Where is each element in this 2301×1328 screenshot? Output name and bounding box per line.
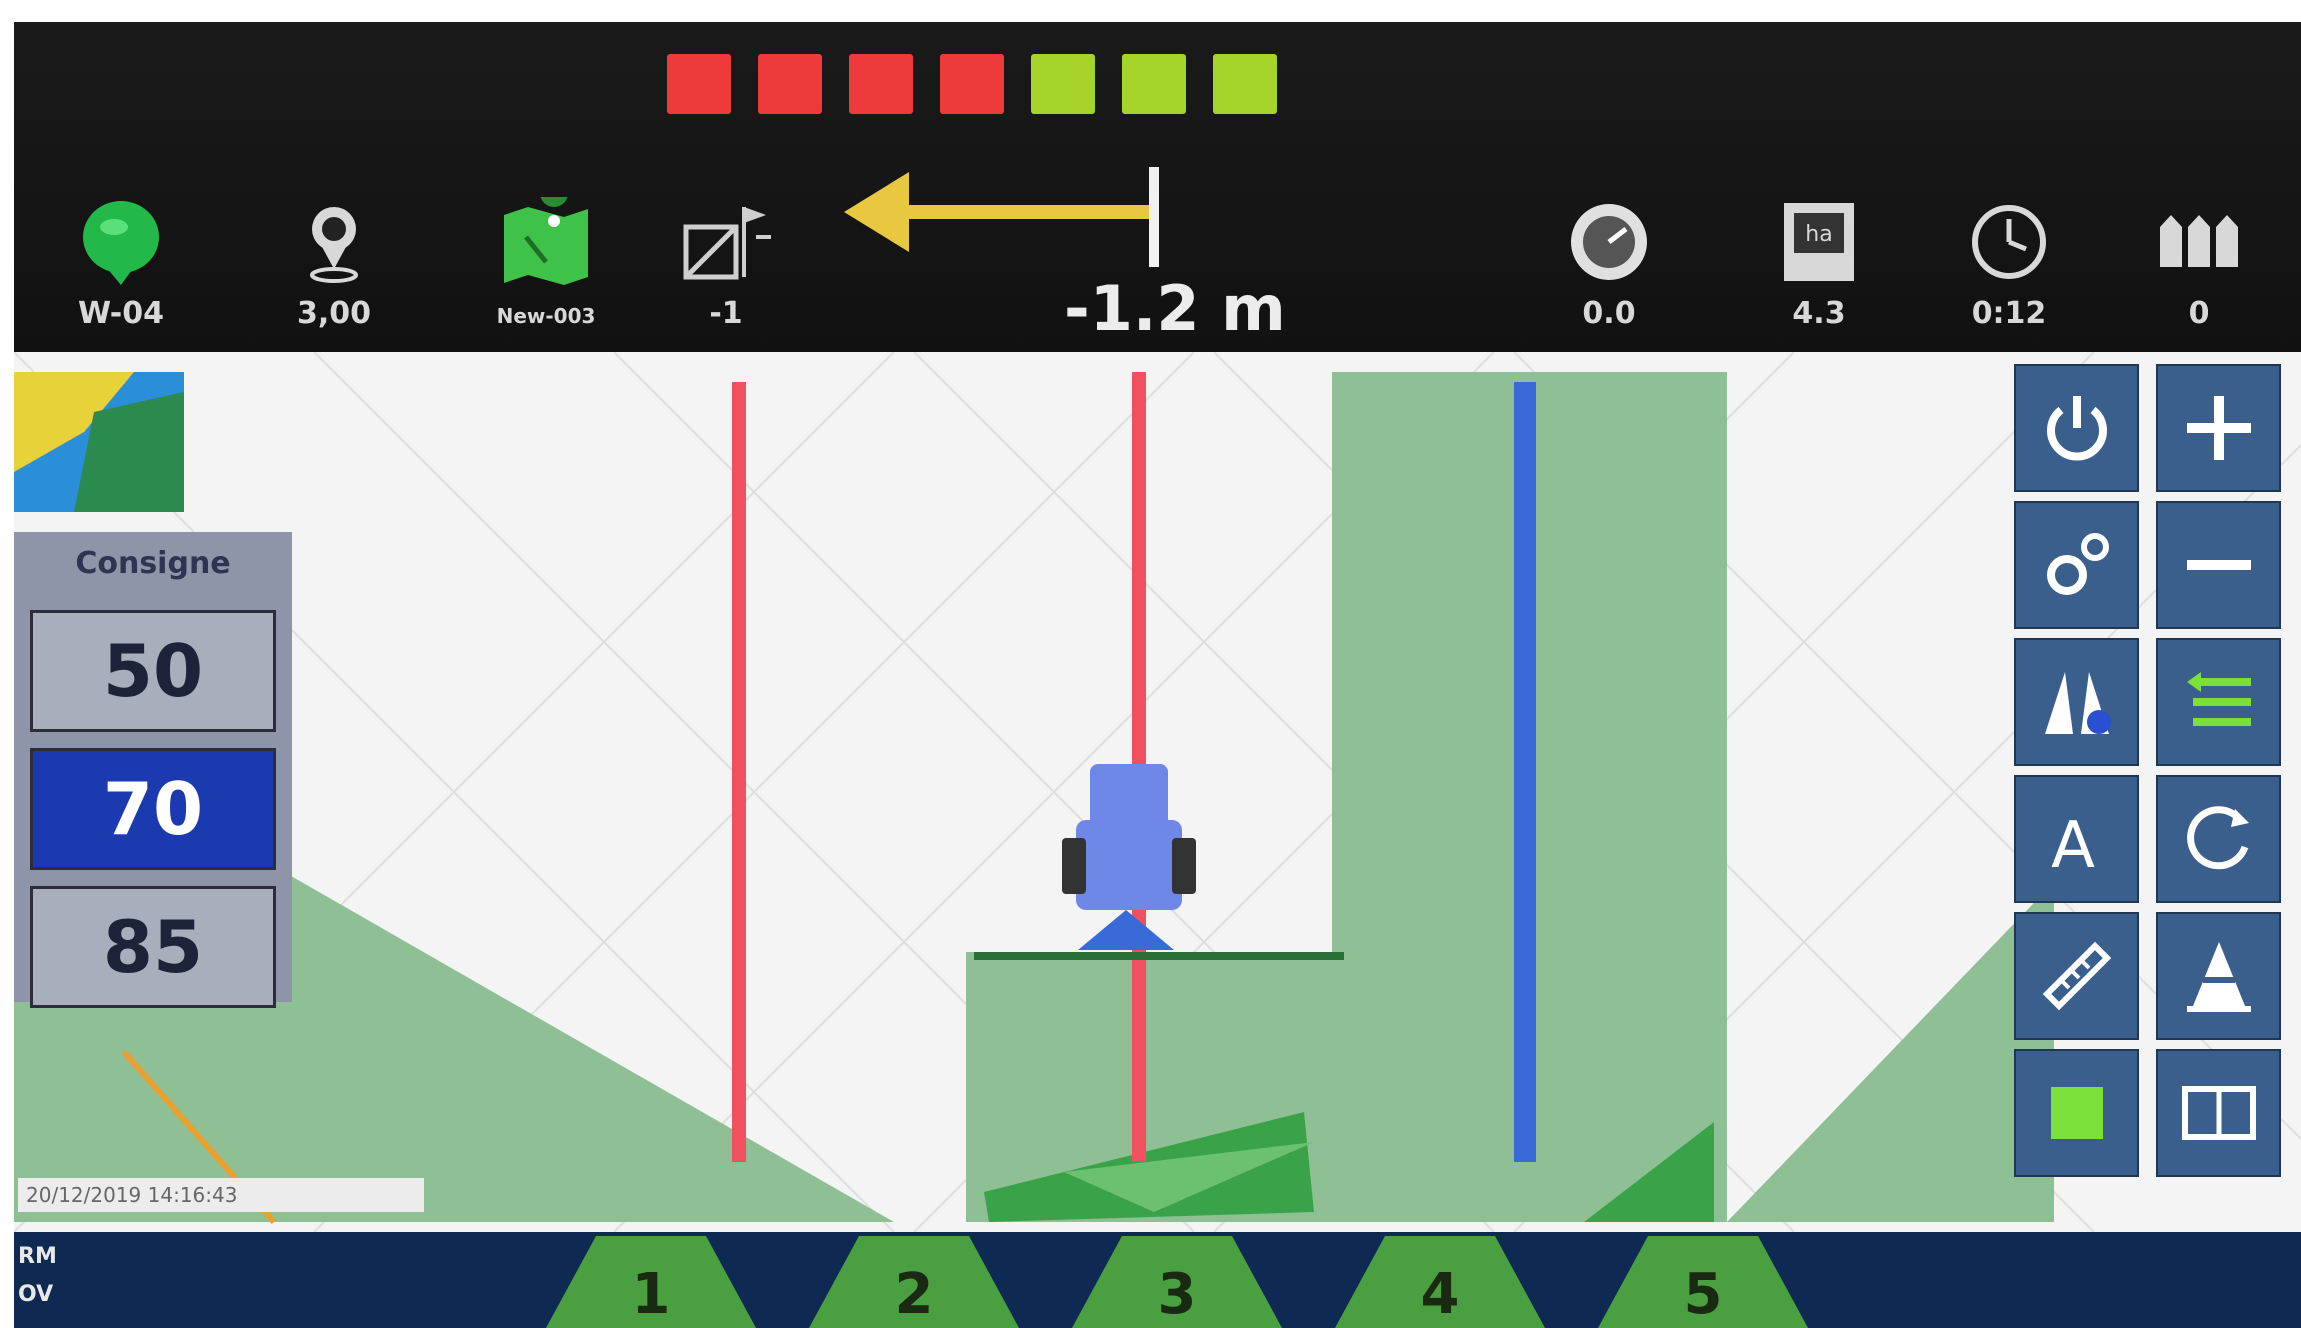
light-bar-led xyxy=(849,54,913,114)
section-button-3[interactable]: 3 xyxy=(1052,1232,1302,1328)
consigne-panel: Consigne 50 70 85 xyxy=(14,532,292,1008)
cross-track-offset: -1.2 m xyxy=(1064,272,1286,345)
ruler-button[interactable] xyxy=(2014,912,2139,1040)
bottom-labels: RM OV xyxy=(18,1238,57,1314)
svg-text:ha: ha xyxy=(1805,222,1832,247)
consigne-option-85[interactable]: 85 xyxy=(30,886,276,1008)
status-satellite[interactable]: W-04 xyxy=(46,192,196,331)
field-map-view[interactable]: Consigne 50 70 85 20/12/2019 14:16:43 A xyxy=(14,352,2301,1232)
guidance-line xyxy=(1514,382,1536,1162)
record-button[interactable] xyxy=(2014,1049,2139,1177)
consigne-option-50[interactable]: 50 xyxy=(30,610,276,732)
power-button[interactable] xyxy=(2014,364,2139,492)
light-bar-led xyxy=(758,54,822,114)
speedometer-icon xyxy=(1554,192,1664,292)
consigne-option-70[interactable]: 70 xyxy=(30,748,276,870)
satellite-value: W-04 xyxy=(78,296,164,331)
field-name-value: New-003 xyxy=(496,304,596,328)
map-timestamp: 20/12/2019 14:16:43 xyxy=(18,1178,424,1212)
zoom-out-button[interactable] xyxy=(2156,501,2281,629)
cone-button[interactable] xyxy=(2156,912,2281,1040)
gps-pin-icon xyxy=(279,192,389,292)
recenter-ab-button[interactable] xyxy=(2156,775,2281,903)
headland-value: -1 xyxy=(709,296,743,331)
ab-line-icon xyxy=(2044,672,2111,734)
settings-button[interactable] xyxy=(2014,501,2139,629)
area-value: 4.3 xyxy=(1792,296,1846,331)
light-bar-led xyxy=(1122,54,1186,114)
auto-steer-a-icon: A xyxy=(2051,809,2095,879)
light-bar-led xyxy=(1031,54,1095,114)
section-label: 5 xyxy=(1683,1262,1723,1327)
bottom-label-rm: RM xyxy=(18,1244,57,1269)
headland-flag-icon xyxy=(671,192,781,292)
top-status-bar: W-04 3,00 New-003 -1 -1.2 m 0.0 ha 4.3 0… xyxy=(14,22,2301,352)
guidance-line xyxy=(732,382,746,1162)
cone-icon xyxy=(2186,942,2251,1012)
guidance-direction-arrow-icon xyxy=(839,157,1189,271)
section-label: 1 xyxy=(631,1262,671,1327)
record-square-icon xyxy=(2050,1087,2103,1139)
tractor-icon xyxy=(974,764,1344,960)
sections-value: 0 xyxy=(2188,296,2210,331)
bottom-label-ov: OV xyxy=(18,1282,54,1307)
book-icon xyxy=(2181,1086,2256,1140)
section-button-5[interactable]: 5 xyxy=(1578,1232,1828,1328)
section-button-4[interactable]: 4 xyxy=(1315,1232,1565,1328)
section-control-bar: RM OV 1 2 3 4 5 xyxy=(14,1232,2301,1328)
status-gps-accuracy[interactable]: 3,00 xyxy=(259,192,409,331)
time-value: 0:12 xyxy=(1971,296,2047,331)
guidance-display: W-04 3,00 New-003 -1 -1.2 m 0.0 ha 4.3 0… xyxy=(14,22,2301,1328)
book-button[interactable] xyxy=(2156,1049,2281,1177)
sections-icon xyxy=(2144,192,2254,292)
light-bar-led xyxy=(940,54,1004,114)
clock-icon xyxy=(1954,192,2064,292)
ruler-icon xyxy=(2042,941,2111,1011)
zoom-in-button[interactable] xyxy=(2156,364,2281,492)
status-time[interactable]: 0:12 xyxy=(1934,192,2084,331)
status-headland[interactable]: -1 xyxy=(651,192,801,331)
status-sections[interactable]: 0 xyxy=(2124,192,2274,331)
section-label: 4 xyxy=(1420,1262,1460,1327)
gps-accuracy-value: 3,00 xyxy=(296,296,372,331)
power-icon xyxy=(2046,396,2107,461)
light-bar xyxy=(667,54,1277,114)
light-bar-led xyxy=(1213,54,1277,114)
hectare-counter-icon: ha xyxy=(1764,192,1874,292)
status-speed[interactable]: 0.0 xyxy=(1534,192,1684,331)
settings-gears-icon xyxy=(2046,533,2109,595)
field-map-icon xyxy=(491,192,601,292)
section-label: 3 xyxy=(1157,1262,1197,1327)
consigne-title: Consigne xyxy=(75,546,231,581)
section-label: 2 xyxy=(894,1262,934,1327)
coverage-map xyxy=(14,352,2301,1232)
satellite-signal-icon xyxy=(66,192,176,292)
recenter-ab-icon xyxy=(2186,806,2249,870)
status-field[interactable]: New-003 xyxy=(471,192,621,328)
status-area[interactable]: ha 4.3 xyxy=(1744,192,1894,331)
svg-text:A: A xyxy=(2051,809,2095,879)
auto-steer-button[interactable]: A xyxy=(2014,775,2139,903)
zoom-in-icon xyxy=(2186,396,2251,460)
shift-lines-icon xyxy=(2186,672,2251,726)
ab-line-button[interactable] xyxy=(2014,638,2139,766)
section-button-1[interactable]: 1 xyxy=(526,1232,776,1328)
section-button-2[interactable]: 2 xyxy=(789,1232,1039,1328)
shift-lines-button[interactable] xyxy=(2156,638,2281,766)
speed-value: 0.0 xyxy=(1582,296,1636,331)
zoom-out-icon xyxy=(2186,560,2251,570)
light-bar-led xyxy=(667,54,731,114)
overview-minimap[interactable] xyxy=(14,372,184,512)
